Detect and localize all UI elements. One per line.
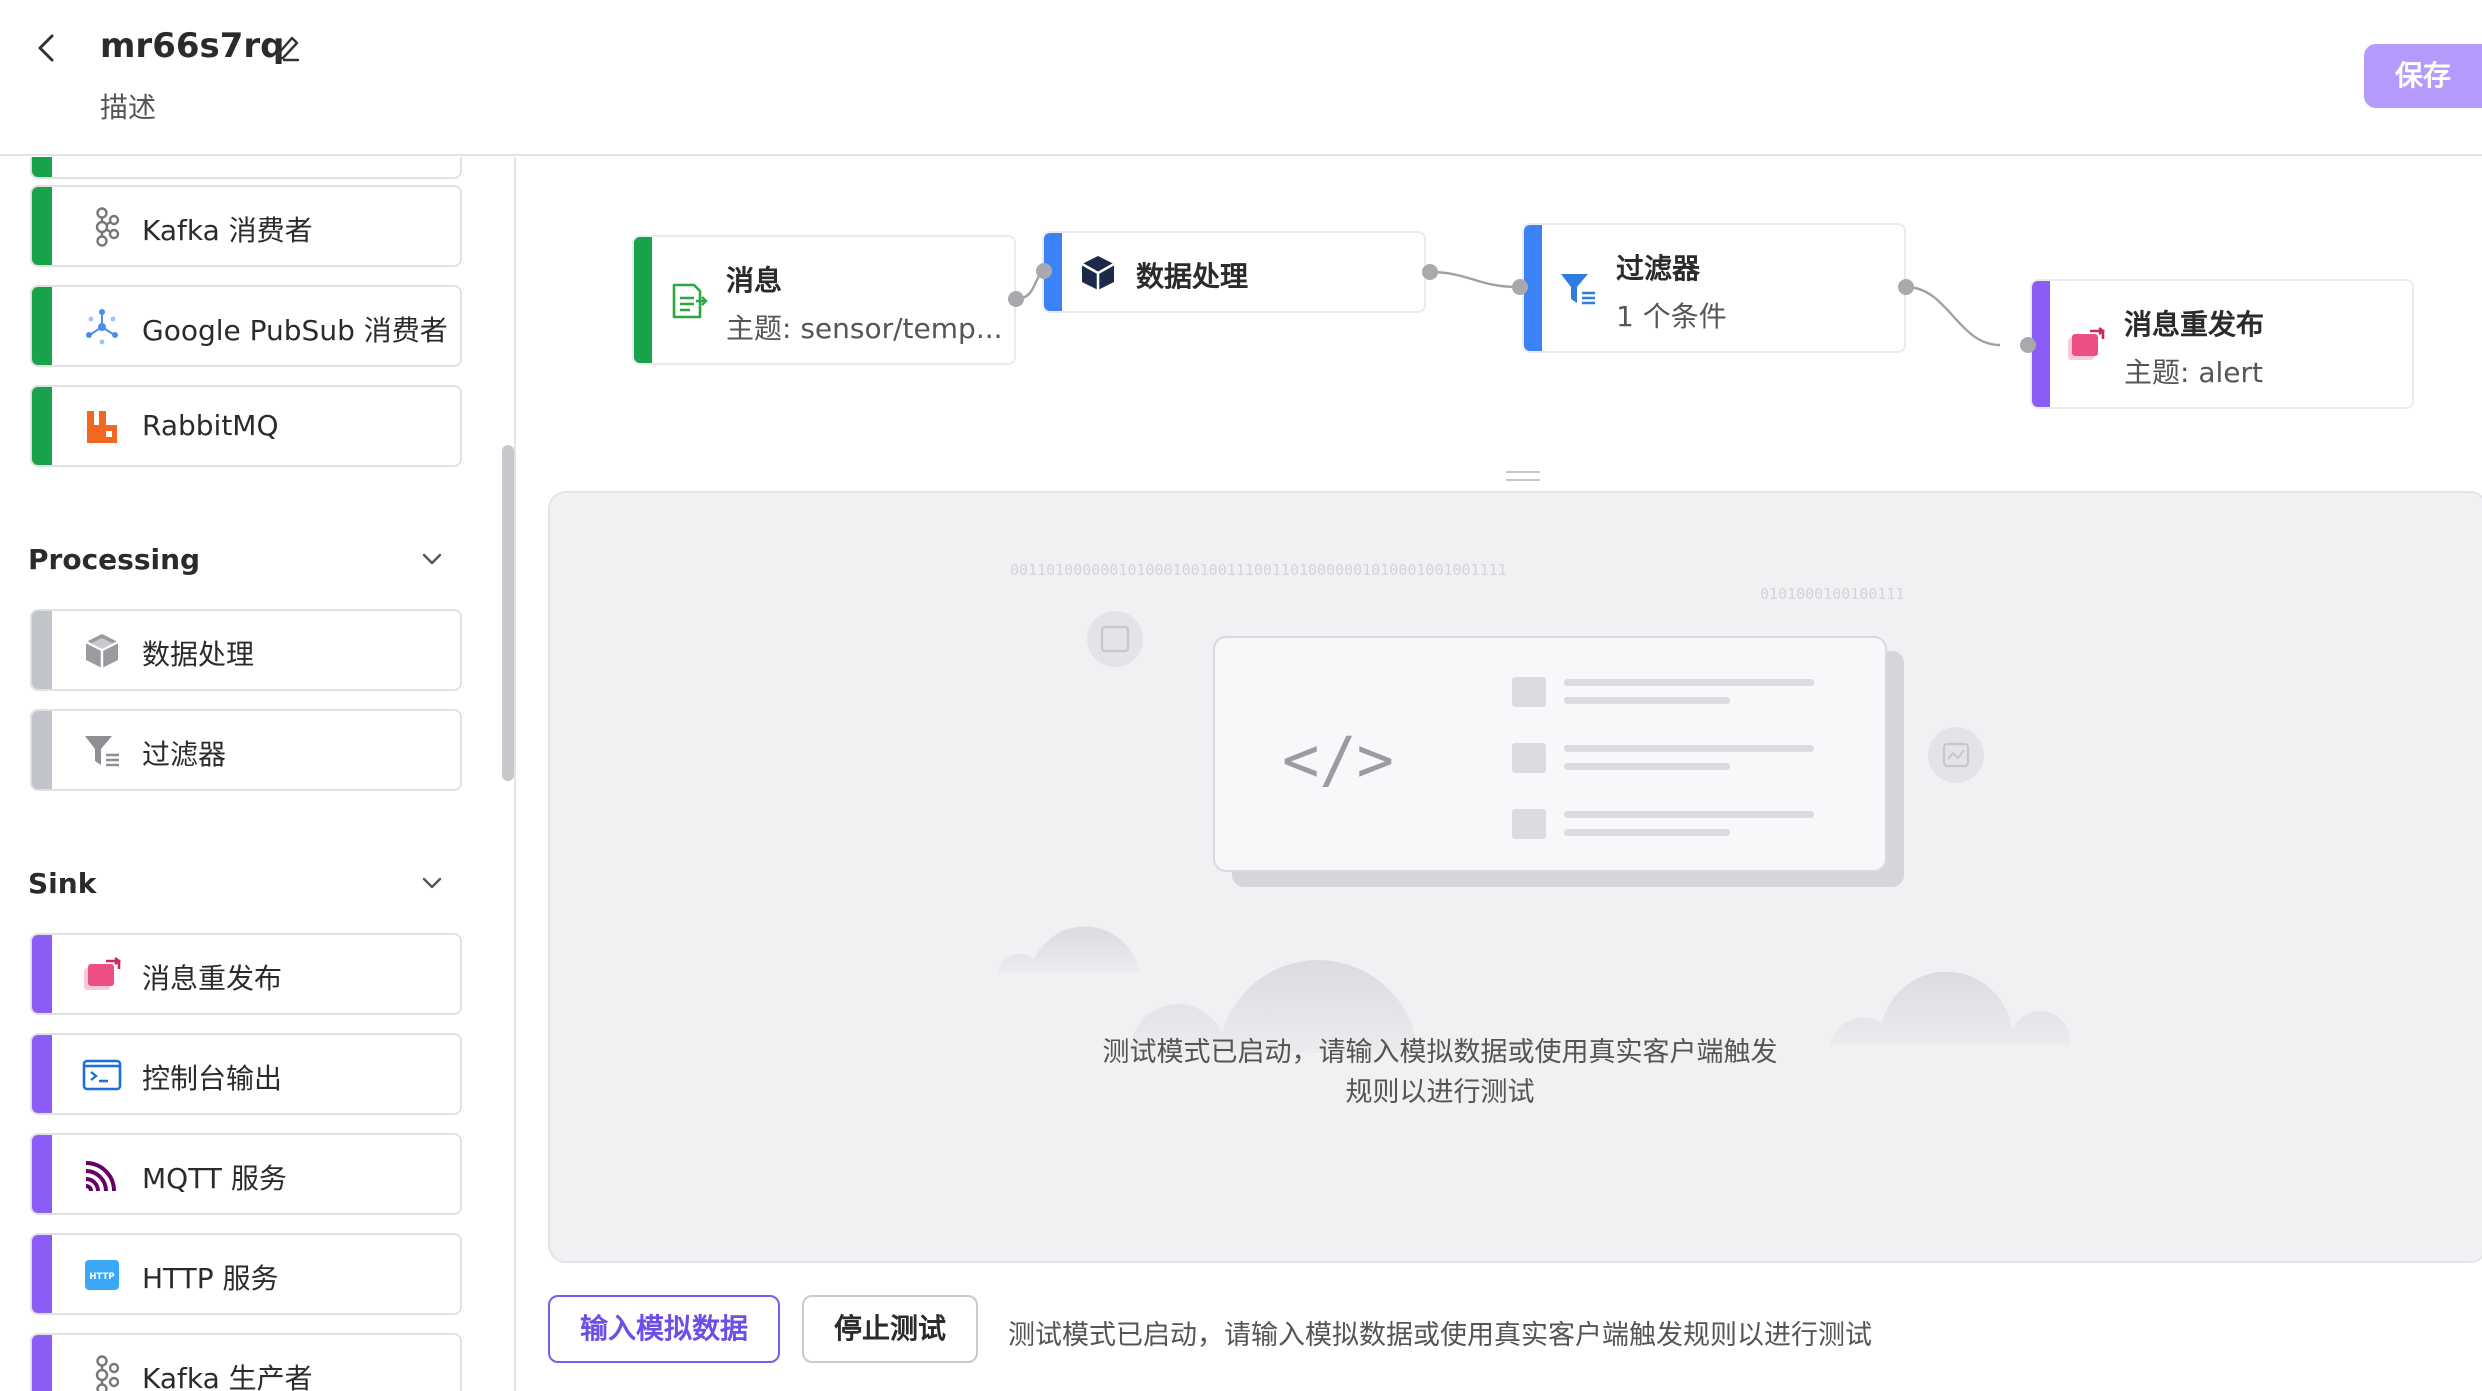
console-icon: [82, 1059, 122, 1091]
svg-text:HTTP: HTTP: [89, 1272, 114, 1282]
flow-node-message-source[interactable]: 消息 主题: sensor/temp...: [632, 235, 1016, 365]
palette-item-data-processing[interactable]: 数据处理: [30, 609, 462, 691]
category-bar: [32, 935, 52, 1013]
edit-pencil-icon[interactable]: [270, 30, 304, 64]
test-panel: 0011010000001010001001001110011010000001…: [548, 491, 2482, 1263]
section-title-sink: Sink: [28, 867, 97, 900]
rabbitmq-icon: [87, 411, 117, 443]
node-title: 消息重发布: [2124, 308, 2265, 341]
node-color-bar: [634, 237, 652, 363]
input-port[interactable]: [1036, 263, 1052, 279]
republish-icon: [2068, 327, 2105, 360]
empty-state-illustration: 0011010000001010001001001110011010000001…: [998, 561, 2071, 1053]
header: mr66s7rq 描述 保存: [0, 0, 2482, 156]
chevron-down-icon[interactable]: [418, 545, 446, 573]
palette-item-label: MQTT 服务: [142, 1162, 287, 1195]
node-subtitle: 主题: alert: [2124, 356, 2263, 389]
category-bar: [32, 287, 52, 365]
output-port[interactable]: [1008, 291, 1024, 307]
palette-item-label: Kafka 消费者: [142, 214, 313, 247]
palette-item-label: RabbitMQ: [142, 409, 279, 442]
test-status-text: 测试模式已启动，请输入模拟数据或使用真实客户端触发规则以进行测试: [1008, 1320, 1872, 1351]
palette-item-partial[interactable]: [30, 157, 462, 179]
palette-item-filter[interactable]: 过滤器: [30, 709, 462, 791]
palette-item-kafka-producer[interactable]: Kafka 生产者: [30, 1333, 462, 1391]
category-bar: [32, 187, 52, 265]
http-icon: HTTP: [85, 1260, 119, 1290]
category-bar: [32, 611, 52, 689]
republish-icon: [84, 957, 121, 990]
svg-text:</>: </>: [1282, 723, 1394, 796]
stop-test-button[interactable]: 停止测试: [802, 1295, 978, 1363]
output-port[interactable]: [1422, 264, 1438, 280]
palette-item-label: 消息重发布: [142, 962, 283, 995]
flow-node-data-processing[interactable]: 数据处理: [1042, 231, 1426, 313]
flow-node-message-republish[interactable]: 消息重发布 主题: alert: [2030, 279, 2414, 409]
cube-icon: [85, 634, 119, 668]
node-title: 消息: [726, 264, 783, 297]
palette-item-label: Google PubSub 消费者: [142, 314, 448, 347]
kafka-icon: [95, 1355, 120, 1391]
input-mock-data-button[interactable]: 输入模拟数据: [548, 1295, 780, 1363]
node-palette-sidebar: Kafka 消费者 Google PubSub 消费者 RabbitMQ Pro…: [0, 157, 516, 1391]
flow-title: mr66s7rq: [100, 26, 285, 66]
section-title-processing: Processing: [28, 543, 201, 576]
sidebar-scrollbar[interactable]: [502, 445, 514, 781]
category-bar: [32, 1135, 52, 1213]
filter-icon: [85, 736, 119, 767]
chevron-down-icon[interactable]: [418, 869, 446, 897]
palette-item-rabbitmq[interactable]: RabbitMQ: [30, 385, 462, 467]
output-port[interactable]: [1898, 279, 1914, 295]
palette-item-label: 数据处理: [142, 638, 255, 671]
kafka-icon: [95, 207, 120, 247]
category-bar: [32, 387, 52, 465]
category-bar: [32, 1035, 52, 1113]
palette-item-message-republish[interactable]: 消息重发布: [30, 933, 462, 1015]
binary-text: 0011010000001010001001001110011010000001…: [1010, 561, 1507, 579]
palette-item-http-service[interactable]: HTTP HTTP 服务: [30, 1233, 462, 1315]
palette-item-label: 过滤器: [142, 738, 227, 771]
flow-node-filter[interactable]: 过滤器 1 个条件: [1522, 223, 1906, 353]
flow-canvas[interactable]: 消息 主题: sensor/temp... 数据处理 过滤器 1 个条件 消息重…: [518, 157, 2482, 1391]
category-bar: [32, 1335, 52, 1391]
message-icon: [672, 283, 708, 319]
node-title: 数据处理: [1136, 260, 1249, 293]
palette-item-label: Kafka 生产者: [142, 1362, 313, 1391]
palette-item-label: 控制台输出: [142, 1062, 283, 1095]
input-port[interactable]: [2020, 337, 2036, 353]
node-subtitle: 1 个条件: [1616, 300, 1727, 333]
binary-text: 0101000100100111: [1760, 585, 1905, 603]
palette-item-mqtt-service[interactable]: MQTT 服务: [30, 1133, 462, 1215]
palette-item-google-pubsub[interactable]: Google PubSub 消费者: [30, 285, 462, 367]
category-bar: [32, 711, 52, 789]
save-button[interactable]: 保存: [2364, 44, 2482, 108]
mqtt-icon: [85, 1161, 116, 1192]
cube-icon: [1081, 256, 1115, 290]
input-port[interactable]: [1512, 279, 1528, 295]
palette-item-label: HTTP 服务: [142, 1262, 279, 1295]
filter-icon: [1561, 274, 1595, 305]
panel-resize-handle[interactable]: [1506, 471, 1540, 481]
node-subtitle: 主题: sensor/temp...: [726, 312, 1003, 345]
pubsub-icon: [86, 309, 118, 345]
category-bar: [32, 157, 52, 177]
node-title: 过滤器: [1616, 252, 1701, 285]
back-arrow-icon[interactable]: [30, 30, 66, 66]
category-bar: [32, 1235, 52, 1313]
flow-description[interactable]: 描述: [100, 86, 156, 126]
empty-state-message: 测试模式已启动，请输入模拟数据或使用真实客户端触发规则以进行测试: [1102, 1037, 1778, 1108]
palette-item-console-output[interactable]: 控制台输出: [30, 1033, 462, 1115]
palette-item-kafka-consumer[interactable]: Kafka 消费者: [30, 185, 462, 267]
